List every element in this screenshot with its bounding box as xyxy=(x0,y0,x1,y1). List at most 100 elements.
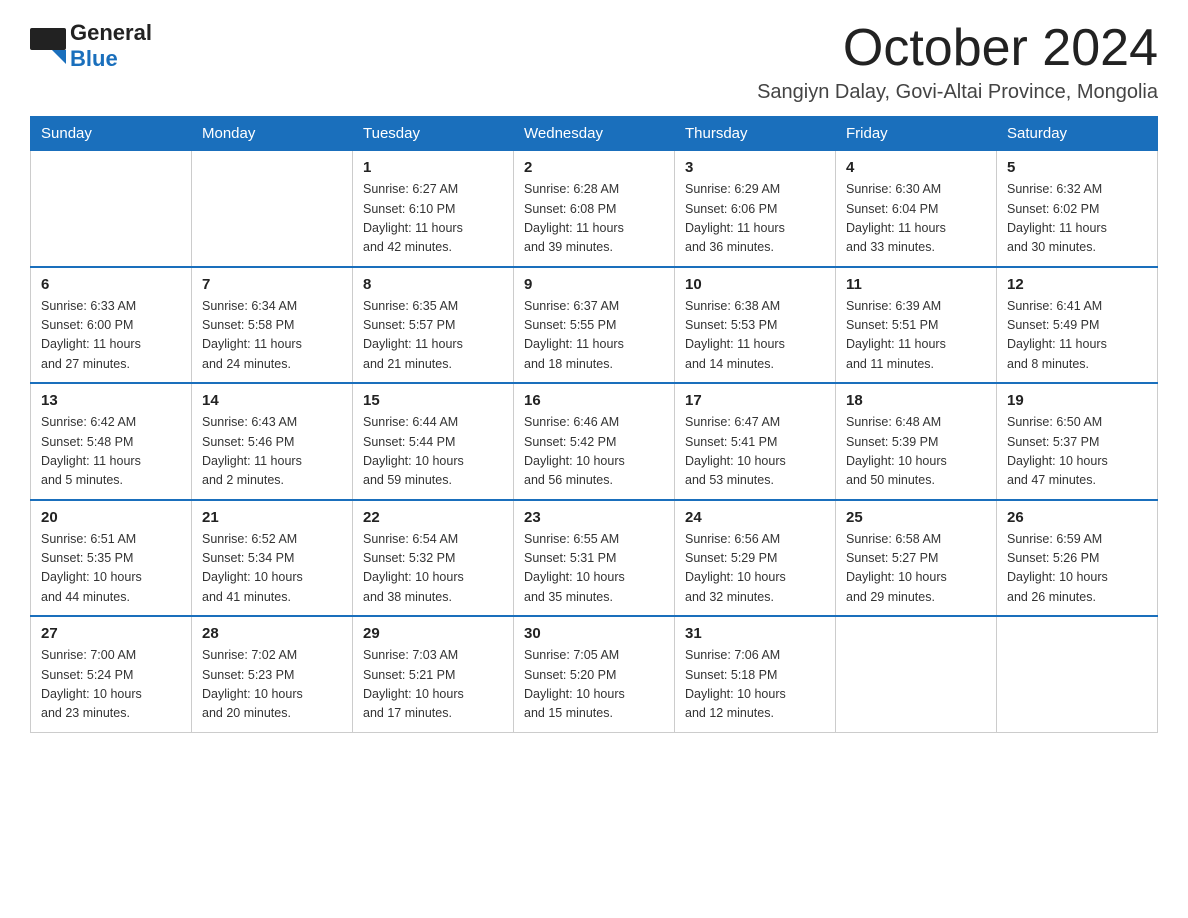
day-number: 19 xyxy=(1007,392,1147,409)
calendar-cell: 28 Sunrise: 7:02 AMSunset: 5:23 PMDayligh… xyxy=(192,616,353,732)
day-info: Sunrise: 7:00 AMSunset: 5:24 PMDaylight:… xyxy=(41,646,181,724)
day-info: Sunrise: 6:54 AMSunset: 5:32 PMDaylight:… xyxy=(363,530,503,608)
day-number: 28 xyxy=(202,625,342,642)
calendar-cell: 8Sunrise: 6:35 AMSunset: 5:57 PMDaylight… xyxy=(353,267,514,384)
calendar-cell: 25 Sunrise: 6:58 AMSunset: 5:27 PMDayligh… xyxy=(836,500,997,617)
calendar-cell: 29 Sunrise: 7:03 AMSunset: 5:21 PMDayligh… xyxy=(353,616,514,732)
day-info: Sunrise: 6:29 AMSunset: 6:06 PMDaylight:… xyxy=(685,180,825,258)
calendar-cell: 19 Sunrise: 6:50 AMSunset: 5:37 PMDayligh… xyxy=(997,383,1158,500)
day-number: 3 xyxy=(685,159,825,176)
calendar-cell xyxy=(31,151,192,267)
calendar-cell: 22 Sunrise: 6:54 AMSunset: 5:32 PMDayligh… xyxy=(353,500,514,617)
day-number: 24 xyxy=(685,509,825,526)
day-info: Sunrise: 6:56 AMSunset: 5:29 PMDaylight:… xyxy=(685,530,825,608)
day-number: 7 xyxy=(202,276,342,293)
day-info: Sunrise: 6:39 AMSunset: 5:51 PMDaylight:… xyxy=(846,297,986,375)
calendar-week-row: 20Sunrise: 6:51 AMSunset: 5:35 PMDayligh… xyxy=(31,500,1158,617)
day-info: Sunrise: 6:59 AMSunset: 5:26 PMDaylight:… xyxy=(1007,530,1147,608)
col-header-sunday: Sunday xyxy=(31,117,192,151)
day-number: 5 xyxy=(1007,159,1147,176)
day-number: 21 xyxy=(202,509,342,526)
day-number: 26 xyxy=(1007,509,1147,526)
day-number: 27 xyxy=(41,625,181,642)
day-number: 23 xyxy=(524,509,664,526)
calendar-cell: 27 Sunrise: 7:00 AMSunset: 5:24 PMDayligh… xyxy=(31,616,192,732)
day-info: Sunrise: 6:41 AMSunset: 5:49 PMDaylight:… xyxy=(1007,297,1147,375)
calendar-cell xyxy=(836,616,997,732)
day-number: 8 xyxy=(363,276,503,293)
day-info: Sunrise: 6:37 AMSunset: 5:55 PMDaylight:… xyxy=(524,297,664,375)
day-number: 20 xyxy=(41,509,181,526)
calendar-cell: 11 Sunrise: 6:39 AMSunset: 5:51 PMDayligh… xyxy=(836,267,997,384)
location-subtitle: Sangiyn Dalay, Govi-Altai Province, Mong… xyxy=(757,81,1158,104)
calendar-cell: 5 Sunrise: 6:32 AMSunset: 6:02 PMDaylight… xyxy=(997,151,1158,267)
calendar-cell: 1Sunrise: 6:27 AMSunset: 6:10 PMDaylight… xyxy=(353,151,514,267)
month-title: October 2024 xyxy=(757,20,1158,77)
calendar-week-row: 27 Sunrise: 7:00 AMSunset: 5:24 PMDayligh… xyxy=(31,616,1158,732)
day-number: 12 xyxy=(1007,276,1147,293)
header: General Blue October 2024 Sangiyn Dalay,… xyxy=(30,20,1158,104)
day-number: 22 xyxy=(363,509,503,526)
calendar-cell: 15 Sunrise: 6:44 AMSunset: 5:44 PMDayligh… xyxy=(353,383,514,500)
calendar-cell: 31Sunrise: 7:06 AMSunset: 5:18 PMDayligh… xyxy=(675,616,836,732)
day-info: Sunrise: 6:30 AMSunset: 6:04 PMDaylight:… xyxy=(846,180,986,258)
calendar-cell: 13 Sunrise: 6:42 AMSunset: 5:48 PMDayligh… xyxy=(31,383,192,500)
day-info: Sunrise: 7:02 AMSunset: 5:23 PMDaylight:… xyxy=(202,646,342,724)
calendar-cell: 23 Sunrise: 6:55 AMSunset: 5:31 PMDayligh… xyxy=(514,500,675,617)
day-number: 10 xyxy=(685,276,825,293)
calendar-cell: 24 Sunrise: 6:56 AMSunset: 5:29 PMDayligh… xyxy=(675,500,836,617)
day-info: Sunrise: 7:03 AMSunset: 5:21 PMDaylight:… xyxy=(363,646,503,724)
day-info: Sunrise: 6:47 AMSunset: 5:41 PMDaylight:… xyxy=(685,413,825,491)
col-header-friday: Friday xyxy=(836,117,997,151)
day-number: 15 xyxy=(363,392,503,409)
calendar-cell: 3 Sunrise: 6:29 AMSunset: 6:06 PMDaylight… xyxy=(675,151,836,267)
calendar-cell: 18 Sunrise: 6:48 AMSunset: 5:39 PMDayligh… xyxy=(836,383,997,500)
day-number: 4 xyxy=(846,159,986,176)
day-number: 11 xyxy=(846,276,986,293)
day-info: Sunrise: 7:05 AMSunset: 5:20 PMDaylight:… xyxy=(524,646,664,724)
day-number: 13 xyxy=(41,392,181,409)
day-info: Sunrise: 6:44 AMSunset: 5:44 PMDaylight:… xyxy=(363,413,503,491)
day-info: Sunrise: 6:48 AMSunset: 5:39 PMDaylight:… xyxy=(846,413,986,491)
calendar-cell: 20Sunrise: 6:51 AMSunset: 5:35 PMDayligh… xyxy=(31,500,192,617)
day-info: Sunrise: 6:42 AMSunset: 5:48 PMDaylight:… xyxy=(41,413,181,491)
calendar-week-row: 1Sunrise: 6:27 AMSunset: 6:10 PMDaylight… xyxy=(31,151,1158,267)
day-info: Sunrise: 6:33 AMSunset: 6:00 PMDaylight:… xyxy=(41,297,181,375)
calendar-table: SundayMondayTuesdayWednesdayThursdayFrid… xyxy=(30,116,1158,733)
col-header-saturday: Saturday xyxy=(997,117,1158,151)
day-number: 18 xyxy=(846,392,986,409)
calendar-week-row: 13 Sunrise: 6:42 AMSunset: 5:48 PMDayligh… xyxy=(31,383,1158,500)
calendar-header-row: SundayMondayTuesdayWednesdayThursdayFrid… xyxy=(31,117,1158,151)
calendar-cell: 10 Sunrise: 6:38 AMSunset: 5:53 PMDayligh… xyxy=(675,267,836,384)
calendar-cell: 16Sunrise: 6:46 AMSunset: 5:42 PMDayligh… xyxy=(514,383,675,500)
day-info: Sunrise: 6:55 AMSunset: 5:31 PMDaylight:… xyxy=(524,530,664,608)
calendar-cell: 7Sunrise: 6:34 AMSunset: 5:58 PMDaylight… xyxy=(192,267,353,384)
calendar-cell: 21Sunrise: 6:52 AMSunset: 5:34 PMDayligh… xyxy=(192,500,353,617)
calendar-cell: 9Sunrise: 6:37 AMSunset: 5:55 PMDaylight… xyxy=(514,267,675,384)
logo-blue: Blue xyxy=(70,46,118,71)
day-info: Sunrise: 6:32 AMSunset: 6:02 PMDaylight:… xyxy=(1007,180,1147,258)
day-info: Sunrise: 6:28 AMSunset: 6:08 PMDaylight:… xyxy=(524,180,664,258)
title-block: October 2024 Sangiyn Dalay, Govi-Altai P… xyxy=(757,20,1158,104)
day-number: 17 xyxy=(685,392,825,409)
calendar-cell: 2Sunrise: 6:28 AMSunset: 6:08 PMDaylight… xyxy=(514,151,675,267)
calendar-cell: 12 Sunrise: 6:41 AMSunset: 5:49 PMDayligh… xyxy=(997,267,1158,384)
day-info: Sunrise: 6:58 AMSunset: 5:27 PMDaylight:… xyxy=(846,530,986,608)
calendar-cell: 14Sunrise: 6:43 AMSunset: 5:46 PMDayligh… xyxy=(192,383,353,500)
day-info: Sunrise: 6:50 AMSunset: 5:37 PMDaylight:… xyxy=(1007,413,1147,491)
col-header-tuesday: Tuesday xyxy=(353,117,514,151)
logo: General Blue xyxy=(30,20,152,72)
day-number: 6 xyxy=(41,276,181,293)
logo-general: General xyxy=(70,20,152,45)
calendar-cell: 17 Sunrise: 6:47 AMSunset: 5:41 PMDayligh… xyxy=(675,383,836,500)
day-number: 1 xyxy=(363,159,503,176)
col-header-monday: Monday xyxy=(192,117,353,151)
calendar-cell xyxy=(192,151,353,267)
day-number: 25 xyxy=(846,509,986,526)
day-info: Sunrise: 6:46 AMSunset: 5:42 PMDaylight:… xyxy=(524,413,664,491)
calendar-week-row: 6 Sunrise: 6:33 AMSunset: 6:00 PMDaylight… xyxy=(31,267,1158,384)
day-number: 29 xyxy=(363,625,503,642)
day-info: Sunrise: 6:43 AMSunset: 5:46 PMDaylight:… xyxy=(202,413,342,491)
day-info: Sunrise: 6:38 AMSunset: 5:53 PMDaylight:… xyxy=(685,297,825,375)
day-info: Sunrise: 7:06 AMSunset: 5:18 PMDaylight:… xyxy=(685,646,825,724)
